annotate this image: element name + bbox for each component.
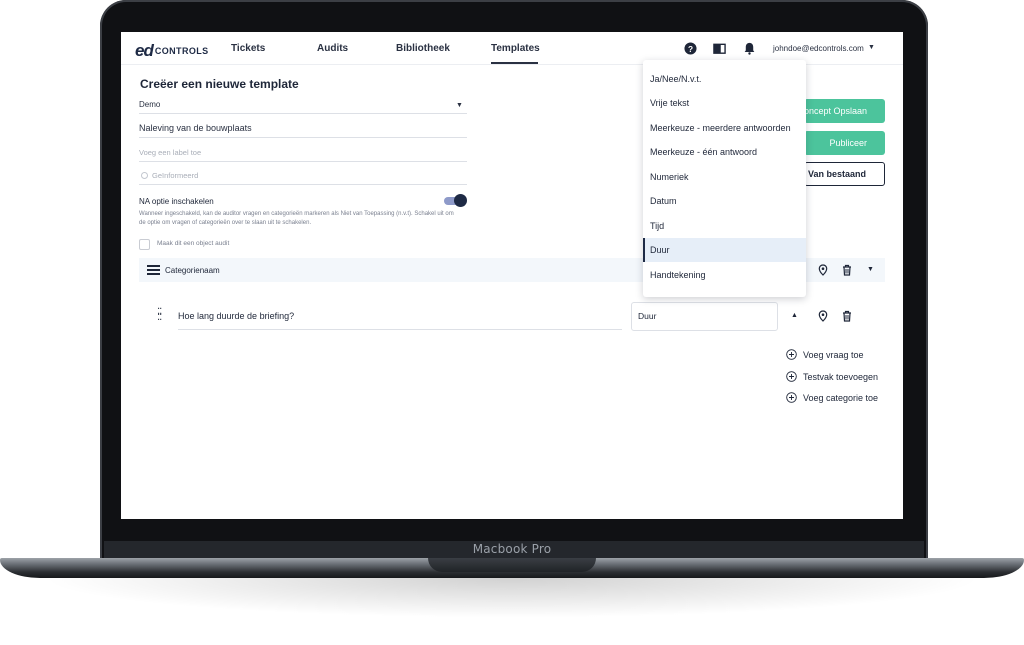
add-category-button[interactable]: Voeg categorie toe bbox=[786, 392, 878, 403]
template-name-input[interactable]: Naleving van de bouwplaats bbox=[139, 123, 252, 133]
dropdown-option-duration[interactable]: Duur bbox=[643, 238, 806, 262]
add-test-field-button[interactable]: Testvak toevoegen bbox=[786, 371, 878, 382]
logo[interactable]: ed CONTROLS bbox=[135, 41, 209, 61]
na-option-description: Wanneer ingeschakeld, kan de auditor vra… bbox=[139, 211, 454, 226]
label-input-underline bbox=[139, 161, 467, 162]
na-option-title: NA optie inschakelen bbox=[139, 197, 214, 206]
drag-handle-icon[interactable]: ⁚⁚ ⁚⁚ bbox=[157, 308, 162, 323]
dropdown-option-numeric[interactable]: Numeriek bbox=[643, 165, 806, 189]
laptop-notch bbox=[428, 558, 596, 572]
page-title: Creëer een nieuwe template bbox=[140, 77, 299, 91]
plus-circle-icon bbox=[786, 371, 797, 382]
dropdown-option-multi-choice-single[interactable]: Meerkeuze - één antwoord bbox=[643, 140, 806, 164]
add-test-field-label: Testvak toevoegen bbox=[803, 371, 879, 382]
laptop-shadow bbox=[40, 578, 984, 618]
bell-icon[interactable] bbox=[743, 42, 756, 55]
save-draft-button[interactable]: Concept Opslaan bbox=[804, 99, 885, 123]
dropdown-option-multi-choice-multiple[interactable]: Meerkeuze - meerdere antwoorden bbox=[643, 116, 806, 140]
project-select[interactable]: Demo bbox=[139, 100, 160, 109]
informed-input-underline bbox=[139, 184, 467, 185]
menu-icon[interactable] bbox=[147, 265, 160, 275]
publish-label: Publiceer bbox=[829, 138, 867, 148]
dropdown-option-signature[interactable]: Handtekening bbox=[643, 263, 806, 287]
location-pin-icon[interactable] bbox=[817, 264, 829, 276]
save-draft-label: Concept Opslaan bbox=[804, 106, 867, 116]
project-select-underline bbox=[139, 113, 467, 114]
publish-button[interactable]: Publiceer bbox=[804, 131, 885, 155]
dropdown-option-free-text[interactable]: Vrije tekst bbox=[643, 91, 806, 115]
nav-item-templates[interactable]: Templates bbox=[491, 43, 540, 54]
na-toggle-knob[interactable] bbox=[454, 194, 467, 207]
device-label: Macbook Pro bbox=[472, 542, 552, 556]
from-existing-button[interactable]: Van bestaand bbox=[804, 162, 885, 186]
dropdown-option-yes-no-na[interactable]: Ja/Nee/N.v.t. bbox=[643, 67, 806, 91]
logo-mark: ed bbox=[135, 41, 154, 60]
dropdown-option-date[interactable]: Datum bbox=[643, 189, 806, 213]
trash-icon[interactable] bbox=[841, 264, 853, 276]
location-pin-icon[interactable] bbox=[817, 310, 829, 322]
label-input[interactable]: Voeg een label toe bbox=[139, 148, 201, 157]
question-type-dropdown: Ja/Nee/N.v.t. Vrije tekst Meerkeuze - me… bbox=[643, 60, 806, 297]
nav-item-bibliotheek[interactable]: Bibliotheek bbox=[396, 43, 450, 54]
object-audit-checkbox[interactable] bbox=[139, 239, 150, 250]
logo-text: CONTROLS bbox=[154, 46, 209, 56]
template-name-underline bbox=[139, 137, 467, 138]
informed-icon bbox=[141, 172, 148, 179]
nav-item-audits[interactable]: Audits bbox=[317, 43, 348, 54]
add-question-button[interactable]: Voeg vraag toe bbox=[786, 349, 864, 360]
question-input[interactable]: Hoe lang duurde de briefing? bbox=[178, 311, 294, 321]
informed-input[interactable]: Geïnformeerd bbox=[152, 171, 198, 180]
help-circle-icon[interactable]: ? bbox=[684, 42, 697, 55]
svg-text:?: ? bbox=[688, 44, 693, 54]
chevron-down-icon[interactable]: ▼ bbox=[456, 102, 463, 109]
user-menu-caret-icon[interactable]: ▼ bbox=[868, 44, 875, 51]
add-category-label: Voeg categorie toe bbox=[803, 392, 879, 403]
add-question-label: Voeg vraag toe bbox=[803, 349, 864, 360]
nav-item-tickets[interactable]: Tickets bbox=[231, 43, 265, 54]
plus-circle-icon bbox=[786, 392, 797, 403]
category-collapse-caret-icon[interactable]: ▼ bbox=[867, 266, 874, 273]
question-input-underline bbox=[178, 329, 622, 330]
trash-icon[interactable] bbox=[841, 310, 853, 322]
category-name-input[interactable]: Categorienaam bbox=[165, 266, 220, 275]
book-icon[interactable] bbox=[713, 42, 726, 55]
from-existing-label: Van bestaand bbox=[807, 169, 866, 179]
active-tab-indicator bbox=[491, 62, 538, 64]
app-screen: ed CONTROLS Tickets Audits Bibliotheek T… bbox=[121, 32, 903, 519]
plus-circle-icon bbox=[786, 349, 797, 360]
user-email[interactable]: johndoe@edcontrols.com bbox=[773, 44, 864, 53]
dropdown-option-time[interactable]: Tijd bbox=[643, 214, 806, 238]
question-type-value[interactable]: Duur bbox=[638, 311, 656, 321]
object-audit-label: Maak dit een object audit bbox=[157, 240, 230, 247]
chevron-up-icon[interactable]: ▲ bbox=[791, 312, 798, 319]
